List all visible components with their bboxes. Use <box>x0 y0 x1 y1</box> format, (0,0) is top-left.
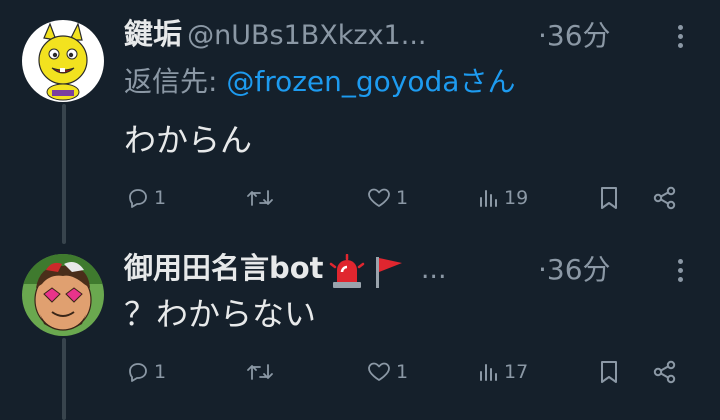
display-name[interactable]: 鍵垢 <box>124 17 182 51</box>
yellow-cartoon-character-avatar <box>22 20 104 102</box>
timestamp[interactable]: ·36分 <box>538 16 611 56</box>
share-icon <box>653 186 676 210</box>
more-vertical-icon[interactable] <box>670 16 690 56</box>
display-name[interactable]: 御用田名言bot <box>124 251 324 285</box>
tweet-header: 御用田名言bot ... <box>124 248 447 294</box>
reply-to-line: 返信先: @frozen_goyodaさん <box>124 62 515 102</box>
bookmark-button[interactable] <box>598 180 620 216</box>
views-bar-chart-icon <box>480 364 497 381</box>
like-count: 1 <box>396 187 409 209</box>
reply-icon <box>129 189 147 208</box>
retweet-icon <box>247 364 273 380</box>
like-count: 1 <box>396 361 409 383</box>
share-icon <box>653 360 676 384</box>
tweet-header: 鍵垢 @nUBs1BXkzx1... <box>124 14 426 56</box>
reply-button[interactable]: 1 <box>126 180 166 216</box>
thread-connector-line <box>62 104 66 244</box>
like-button[interactable]: 1 <box>366 180 408 216</box>
reply-count: 1 <box>154 361 167 383</box>
reply-button[interactable]: 1 <box>126 354 166 390</box>
like-button[interactable]: 1 <box>366 354 408 390</box>
user-handle[interactable]: @nUBs1BXkzx1... <box>187 20 426 51</box>
reply-mention-link[interactable]: @frozen_goyoda <box>226 65 459 98</box>
heart-icon <box>368 188 390 207</box>
reply-mention-suffix: さん <box>459 65 516 98</box>
views-bar-chart-icon <box>480 190 497 207</box>
views-count: 17 <box>504 361 529 383</box>
timeline: 鍵垢 @nUBs1BXkzx1... ·36分 返信先: @frozen_goy… <box>0 0 720 420</box>
name-overflow: ... <box>420 254 447 285</box>
more-vertical-icon[interactable] <box>670 250 690 290</box>
reply-count: 1 <box>154 187 167 209</box>
rotating-light-emoji <box>329 253 365 294</box>
avatar[interactable] <box>22 254 104 336</box>
tweet-text: ？わからない <box>124 295 317 333</box>
bookmark-icon <box>601 187 617 209</box>
reply-icon <box>129 363 147 382</box>
retweet-button[interactable] <box>246 180 278 216</box>
retweet-button[interactable] <box>246 354 278 390</box>
bookmark-button[interactable] <box>598 354 620 390</box>
views-count: 19 <box>504 187 529 209</box>
views-button[interactable]: 17 <box>478 354 528 390</box>
red-flag-emoji <box>370 254 406 294</box>
avatar[interactable] <box>22 20 104 102</box>
thread-connector-line <box>62 338 66 420</box>
tweet-actions: 1 1 17 <box>122 354 692 390</box>
timestamp[interactable]: ·36分 <box>538 250 611 290</box>
share-button[interactable] <box>652 354 678 390</box>
share-button[interactable] <box>652 180 678 216</box>
cartoon-man-avatar <box>22 254 104 336</box>
tweet-text: わからん <box>124 121 253 159</box>
heart-icon <box>368 362 390 381</box>
tweet-actions: 1 1 19 <box>122 180 692 216</box>
retweet-icon <box>247 190 273 206</box>
reply-to-label: 返信先: <box>124 65 227 98</box>
views-button[interactable]: 19 <box>478 180 528 216</box>
bookmark-icon <box>601 361 617 383</box>
